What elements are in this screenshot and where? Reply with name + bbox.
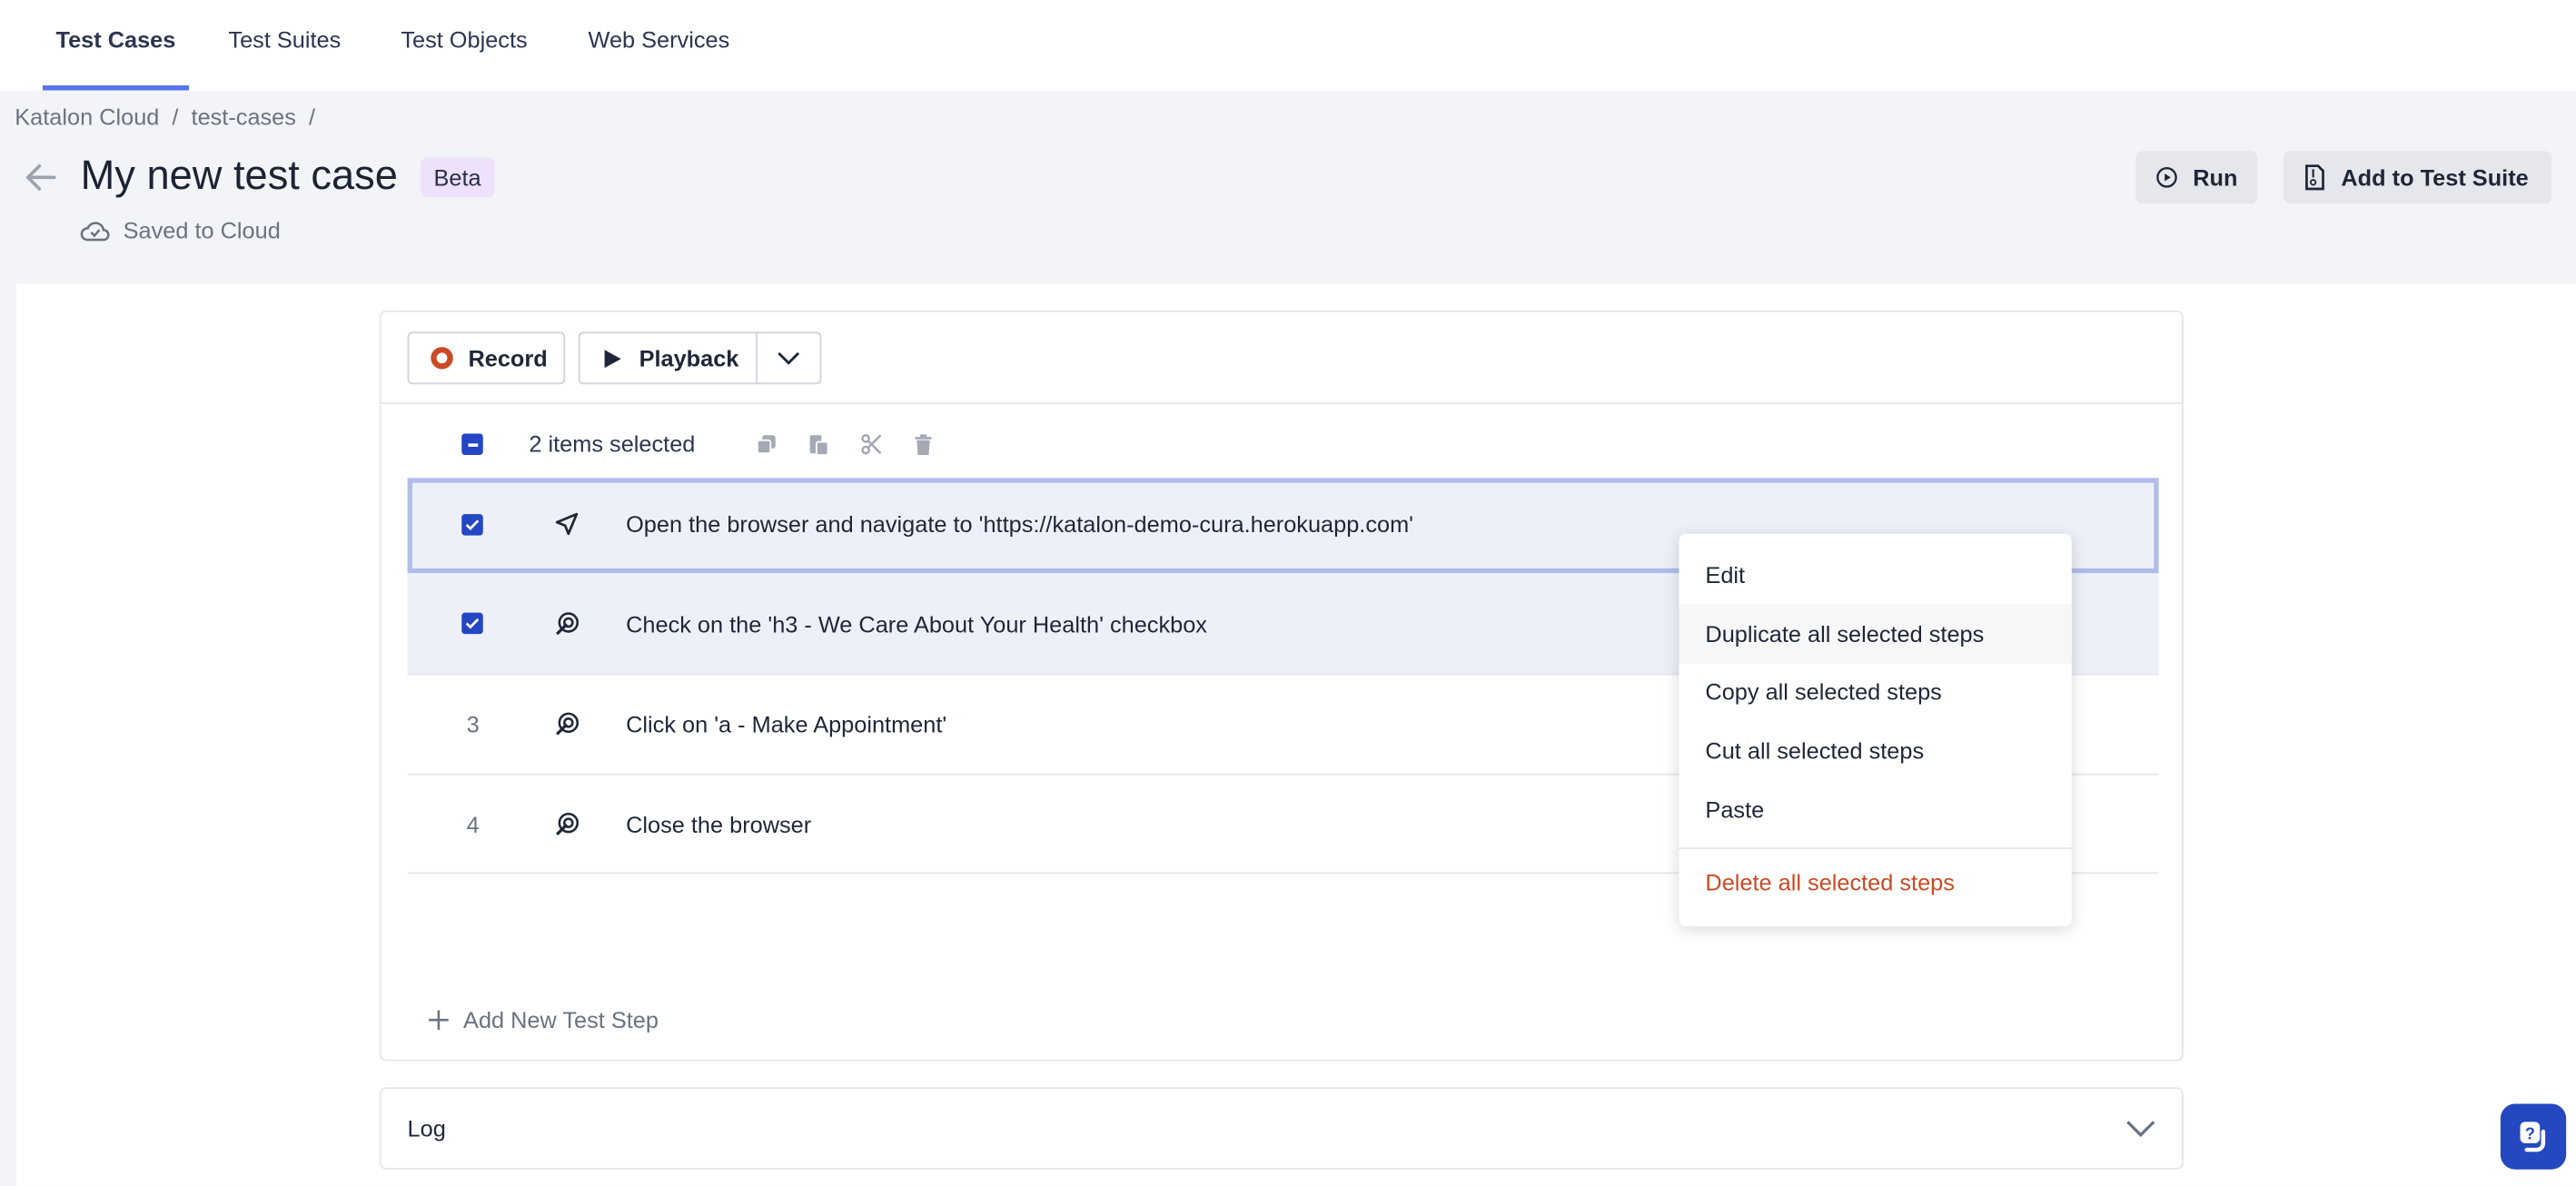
tab-test-suites[interactable]: Test Suites: [228, 26, 341, 53]
suite-file-icon: [2305, 164, 2324, 191]
toolbar-divider: [381, 402, 2184, 404]
step-text: Close the browser: [626, 811, 812, 838]
step-checkbox[interactable]: [461, 612, 483, 635]
step-text: Check on the 'h3 - We Care About Your He…: [626, 610, 1207, 637]
log-panel[interactable]: Log: [379, 1087, 2184, 1170]
record-button[interactable]: Record: [407, 331, 566, 385]
chevron-down-icon: [778, 351, 800, 364]
step-checkbox[interactable]: [461, 514, 483, 536]
save-status-text: Saved to Cloud: [123, 216, 281, 243]
svg-text:?: ?: [2525, 1124, 2535, 1142]
log-label: Log: [407, 1115, 446, 1142]
selection-count: 2 items selected: [529, 430, 696, 457]
beta-badge: Beta: [421, 157, 495, 198]
run-label: Run: [2193, 163, 2238, 191]
menu-item-paste[interactable]: Paste: [1679, 780, 2071, 839]
step-text: Open the browser and navigate to 'https:…: [626, 510, 1414, 538]
step-number: 4: [466, 811, 480, 838]
playback-dropdown-button[interactable]: [758, 351, 820, 365]
click-icon: [555, 812, 580, 835]
click-icon: [555, 712, 580, 736]
trash-icon[interactable]: [914, 433, 934, 456]
play-circle-icon: [2156, 167, 2177, 188]
breadcrumb[interactable]: Katalon Cloud / test-cases /: [15, 104, 315, 130]
page-title: My new test case: [80, 153, 398, 199]
menu-item-delete[interactable]: Delete all selected steps: [1679, 853, 2071, 912]
back-arrow-icon[interactable]: [25, 163, 57, 193]
playback-split-button: Playback: [578, 331, 822, 385]
record-icon: [431, 347, 453, 370]
playback-button[interactable]: Playback: [580, 333, 758, 383]
add-step-button[interactable]: Add New Test Step: [429, 1007, 659, 1033]
click-icon: [555, 612, 580, 636]
tab-web-services[interactable]: Web Services: [589, 26, 730, 53]
tab-test-cases[interactable]: Test Cases: [55, 26, 175, 53]
step-text: Click on 'a - Make Appointment': [626, 711, 947, 738]
playback-label: Playback: [639, 344, 739, 371]
tab-test-objects[interactable]: Test Objects: [401, 26, 527, 53]
add-to-test-suite-button[interactable]: Add to Test Suite: [2284, 151, 2551, 204]
cloud-check-icon: [80, 222, 110, 242]
menu-divider: [1679, 847, 2072, 850]
navigate-icon: [555, 512, 579, 536]
duplicate-icon[interactable]: [756, 433, 778, 455]
record-label: Record: [468, 344, 548, 371]
menu-item-edit[interactable]: Edit: [1679, 545, 2071, 604]
top-nav: Test Cases Test Suites Test Objects Web …: [0, 0, 2576, 91]
menu-item-copy[interactable]: Copy all selected steps: [1679, 662, 2071, 721]
context-menu: Edit Duplicate all selected steps Copy a…: [1679, 533, 2072, 927]
help-chat-icon: ?: [2520, 1122, 2546, 1152]
add-step-label: Add New Test Step: [463, 1006, 659, 1033]
select-all-checkbox[interactable]: [461, 433, 483, 456]
copy-icon[interactable]: [808, 433, 830, 456]
step-number: 3: [466, 711, 480, 738]
run-button[interactable]: Run: [2135, 151, 2258, 204]
menu-item-cut[interactable]: Cut all selected steps: [1679, 721, 2071, 780]
add-to-test-suite-label: Add to Test Suite: [2341, 163, 2529, 191]
active-tab-indicator: [43, 85, 190, 91]
chevron-down-icon[interactable]: [2125, 1121, 2155, 1139]
menu-item-duplicate[interactable]: Duplicate all selected steps: [1679, 604, 2072, 664]
plus-icon: [429, 1010, 449, 1031]
scissors-icon[interactable]: [861, 433, 883, 455]
play-icon: [604, 349, 621, 368]
save-status: Saved to Cloud: [80, 216, 281, 243]
help-button[interactable]: ?: [2500, 1103, 2567, 1170]
